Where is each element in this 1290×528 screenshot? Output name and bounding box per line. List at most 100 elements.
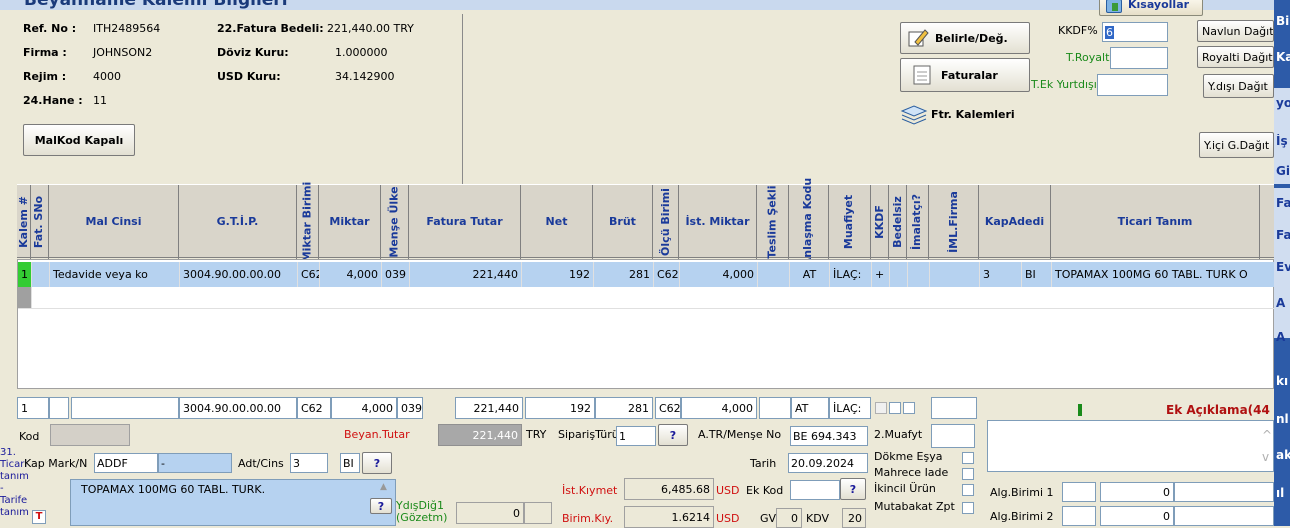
row-anlasma-cell[interactable]: AT [790, 262, 830, 287]
edit-miktar[interactable]: 4,000 [331, 397, 397, 419]
edit-gtip[interactable]: 3004.90.00.00.00 [179, 397, 297, 419]
row-imalatci-cell[interactable] [908, 262, 930, 287]
cins-input[interactable]: BI [340, 453, 360, 473]
ist-kiymet-value[interactable]: 6,485.68 [624, 478, 714, 500]
ek-aciklama-scroll-icon[interactable]: ^ [1262, 428, 1272, 442]
col-brut[interactable]: Brüt [593, 185, 653, 259]
kkdf-input[interactable]: 6 [1102, 22, 1168, 42]
ikincil-checkbox[interactable] [962, 484, 974, 496]
textarea-scroll-up-icon[interactable]: ▲ [380, 482, 394, 496]
edit-muafiyet[interactable]: İLAÇ: [829, 397, 871, 419]
col-mal-cinsi[interactable]: Mal Cinsi [49, 185, 179, 259]
yici-dagit-button[interactable]: Y.içi G.Dağıt [1199, 132, 1274, 158]
side-item[interactable]: Fa [1276, 228, 1290, 244]
tarife-t-badge[interactable]: T [32, 510, 46, 524]
edit-kalem[interactable]: 1 [17, 397, 49, 419]
row-muafiyet-cell[interactable]: İLAÇ: [830, 262, 872, 287]
edit-teslim[interactable] [759, 397, 791, 419]
side-item[interactable]: Bi [1276, 14, 1290, 30]
kkdf-checkbox[interactable] [875, 402, 887, 414]
alg1-extra-input[interactable] [1174, 482, 1274, 502]
imalatci-checkbox[interactable] [903, 402, 915, 414]
side-item[interactable]: kı [1276, 374, 1290, 390]
edit-mense[interactable]: 039 [397, 397, 423, 419]
side-item[interactable]: A [1276, 330, 1290, 346]
col-net[interactable]: Net [521, 185, 593, 259]
ticari-lookup-button[interactable]: ? [370, 498, 392, 514]
beyan-tutar-value[interactable]: 221,440 [438, 424, 522, 446]
col-kkdf[interactable]: KKDF [871, 185, 889, 259]
malkod-button[interactable]: MalKod Kapalı [23, 124, 135, 156]
side-item[interactable]: İş [1276, 134, 1290, 150]
col-kap-adedi[interactable]: KapAdedi [979, 185, 1051, 259]
row-kalem-cell[interactable]: 1 [18, 262, 32, 287]
edit-iml-firma[interactable] [931, 397, 977, 419]
col-kalem[interactable]: Kalem # [17, 185, 31, 259]
edit-birim[interactable]: C62 [297, 397, 331, 419]
kap-mark-input[interactable]: ADDF [94, 453, 158, 473]
row-iml-firma-cell[interactable] [930, 262, 980, 287]
col-olcu[interactable]: Ölçü Birimi [653, 185, 679, 259]
ek-aciklama-textarea[interactable] [987, 420, 1274, 472]
row-olcu-cell[interactable]: C62 [654, 262, 680, 287]
ek-aciklama-scroll-down-icon[interactable]: v [1262, 450, 1269, 464]
table-row-empty[interactable] [18, 287, 1275, 309]
col-teslim[interactable]: Teslim Şekli [757, 185, 789, 259]
kod-input[interactable] [50, 424, 130, 446]
row-kkdf-cell[interactable]: + [872, 262, 890, 287]
alg1-unit-input[interactable] [1062, 482, 1096, 502]
navlun-dagit-button[interactable]: Navlun Dağıt [1197, 20, 1274, 42]
mutabakat-checkbox[interactable] [962, 502, 974, 514]
bedelsiz-checkbox[interactable] [889, 402, 901, 414]
col-mense[interactable]: Menşe Ülke [381, 185, 409, 259]
col-bedelsiz[interactable]: Bedelsiz [889, 185, 907, 259]
side-item[interactable]: Ev [1276, 260, 1290, 276]
row-ist-miktar-cell[interactable]: 4,000 [680, 262, 758, 287]
faturalar-button[interactable]: Faturalar [900, 58, 1030, 92]
row-mense-cell[interactable]: 039 [382, 262, 410, 287]
siparis-input[interactable]: 1 [616, 426, 656, 446]
side-item[interactable]: A [1276, 296, 1290, 312]
row-fatura-tutar-cell[interactable]: 221,440 [410, 262, 522, 287]
muafyt-input[interactable] [931, 424, 975, 448]
edit-ist-miktar[interactable]: 4,000 [681, 397, 757, 419]
edit-anlasma[interactable]: AT [791, 397, 829, 419]
row-net-cell[interactable]: 192 [522, 262, 594, 287]
side-item[interactable]: nl [1276, 412, 1290, 428]
side-item[interactable]: Gi [1276, 164, 1290, 180]
col-ist-miktar[interactable]: İst. Miktar [679, 185, 757, 259]
row-birim-cell[interactable]: C62 [298, 262, 320, 287]
col-miktar-birimi[interactable]: Miktar Birimi [297, 182, 319, 262]
cins-lookup-button[interactable]: ? [362, 452, 392, 474]
t-ek-yurtdisi-input[interactable] [1097, 74, 1168, 96]
table-row[interactable]: 1 Tedavide veya ko 3004.90.00.00.00 C62 … [18, 262, 1275, 287]
birim-kiy-value[interactable]: 1.6214 [624, 506, 714, 528]
siparis-lookup-button[interactable]: ? [658, 424, 688, 446]
row-teslim-cell[interactable] [758, 262, 790, 287]
edit-fat-sno[interactable] [49, 397, 69, 419]
mahrece-checkbox[interactable] [962, 468, 974, 480]
side-item[interactable]: yo [1276, 96, 1290, 112]
row-ticari-cell[interactable]: TOPAMAX 100MG 60 TABL. TURK O [1052, 262, 1275, 287]
row-fat-sno-cell[interactable] [32, 262, 50, 287]
side-item[interactable]: Ka [1276, 50, 1290, 66]
col-anlasma[interactable]: Anlaşma Kodu [789, 178, 829, 266]
alg2-extra-input[interactable] [1174, 506, 1274, 526]
ydis-input-2[interactable] [524, 502, 552, 524]
edit-net[interactable]: 192 [525, 397, 595, 419]
col-miktar[interactable]: Miktar [319, 185, 381, 259]
alg2-value-input[interactable]: 0 [1100, 506, 1174, 526]
ydisi-dagit-button[interactable]: Y.dışı Dağıt [1203, 74, 1274, 98]
ftr-kalemleri-button[interactable]: Ftr. Kalemleri [900, 100, 1030, 128]
gv-input[interactable]: 0 [776, 508, 802, 528]
side-item[interactable]: Fa [1276, 196, 1290, 212]
col-muafiyet[interactable]: Muafiyet [829, 185, 871, 259]
col-iml-firma[interactable]: İML.Firma [929, 185, 979, 259]
dokme-checkbox[interactable] [962, 452, 974, 464]
atr-input[interactable]: BE 694.343 [790, 426, 868, 446]
edit-olcu[interactable]: C62 [655, 397, 681, 419]
ek-kod-lookup-button[interactable]: ? [840, 478, 866, 500]
kdv-input[interactable]: 20 [842, 508, 866, 528]
edit-fatura-tutar[interactable]: 221,440 [455, 397, 523, 419]
alg1-value-input[interactable]: 0 [1100, 482, 1174, 502]
